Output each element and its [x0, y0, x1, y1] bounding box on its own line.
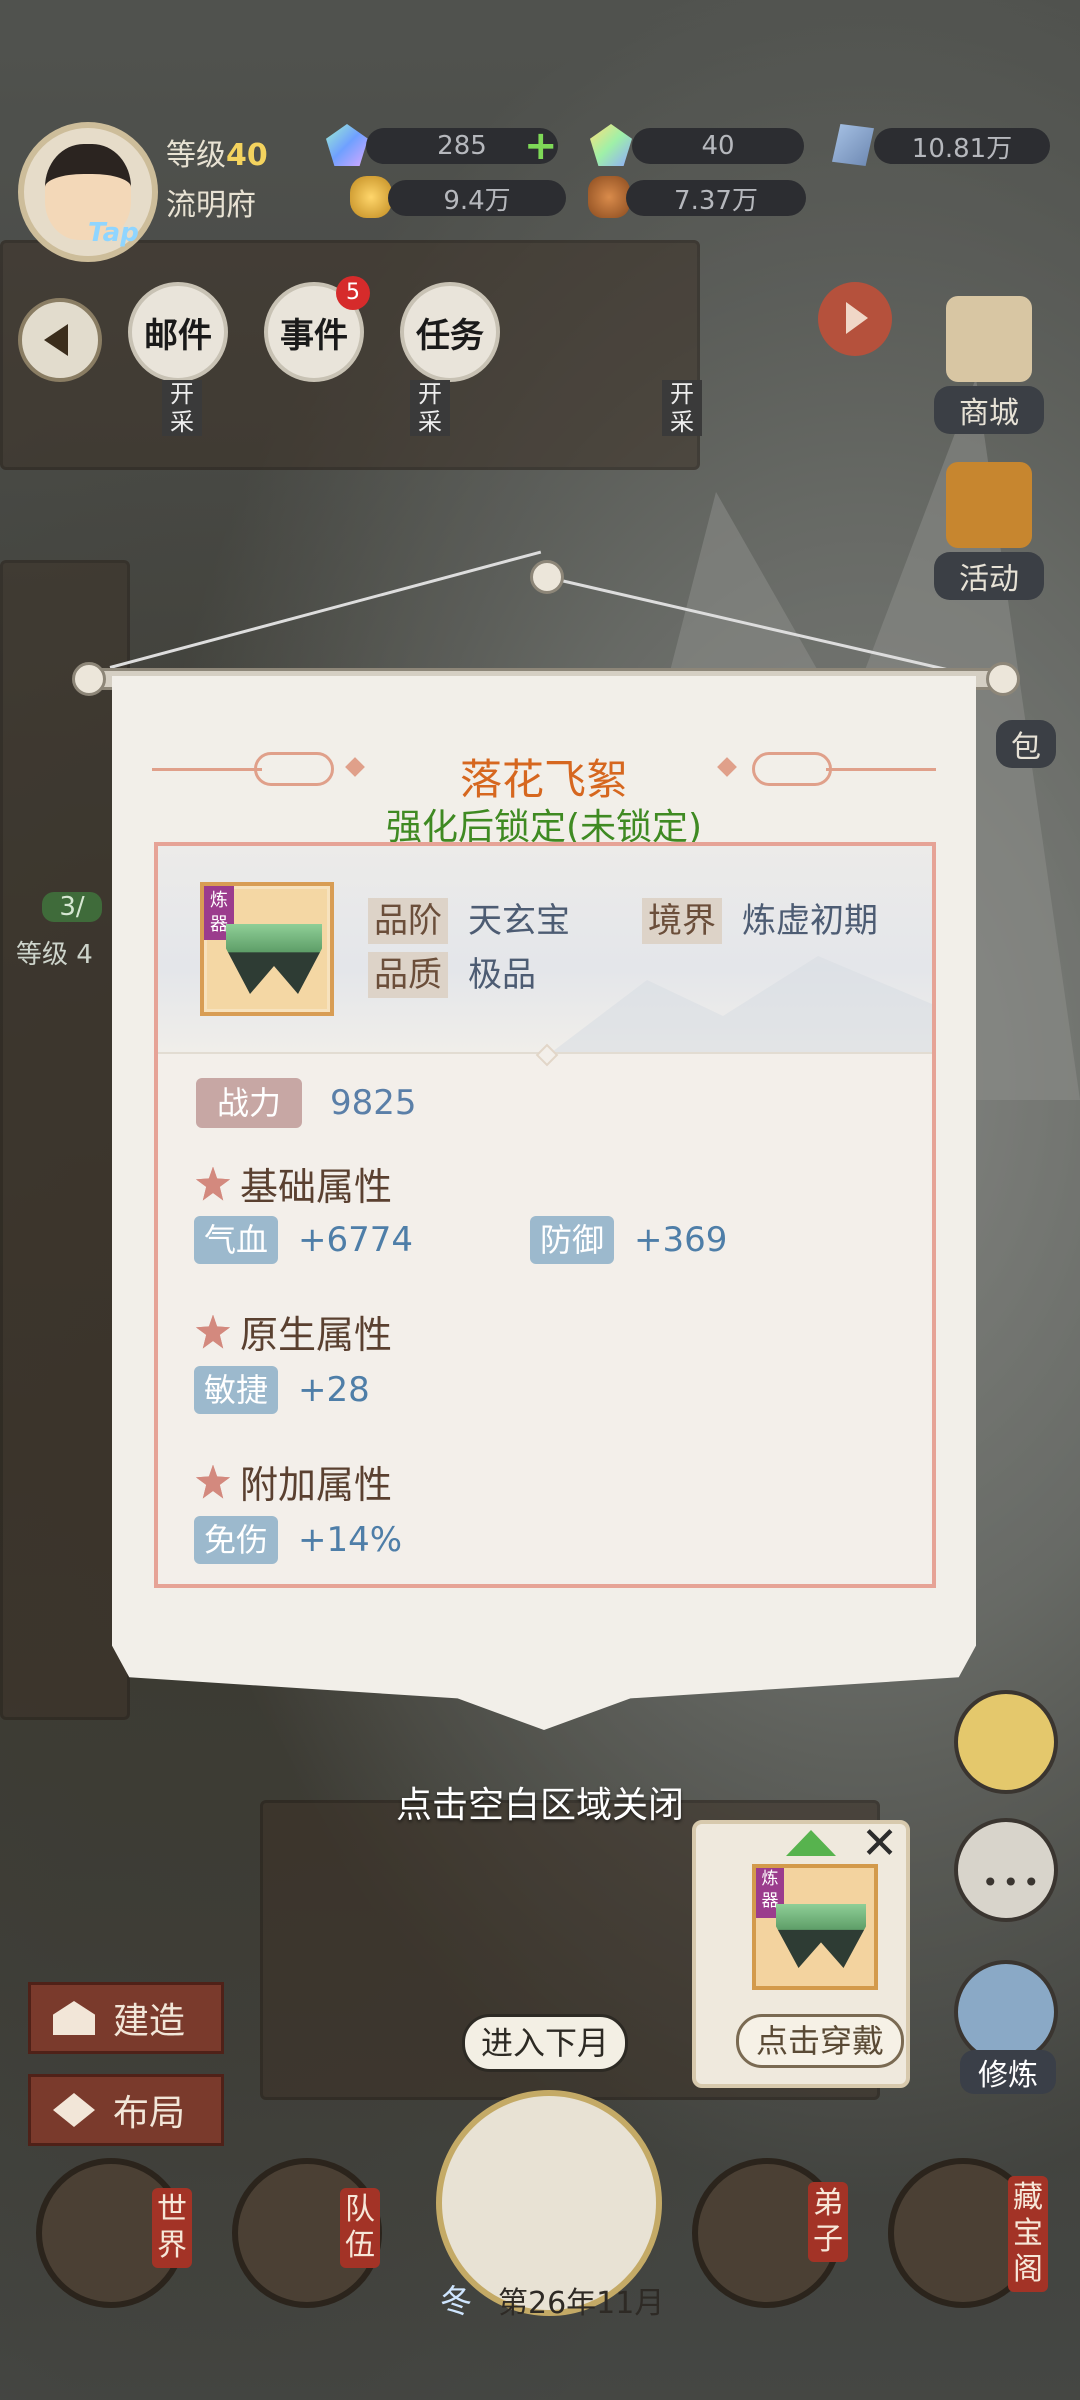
arrow-right-icon [846, 302, 868, 334]
hanging-nail [530, 560, 564, 594]
mail-button[interactable]: 邮件 [128, 282, 228, 382]
house-icon [53, 2001, 95, 2035]
item-header: 炼器 品阶 天玄宝 境界 炼虚初期 品质 极品 [158, 846, 932, 1054]
power-label: 战力 [196, 1078, 302, 1128]
attr-agility-value: +28 [298, 1370, 370, 1410]
resource-wood[interactable]: 7.37万 [626, 180, 806, 216]
attr-damage-reduction-label: 免伤 [194, 1516, 279, 1564]
wood-icon [588, 176, 630, 218]
scroll-left-button[interactable] [18, 298, 102, 382]
date-label: 第26年11月 [498, 2286, 665, 2321]
gold-ingot-icon [350, 176, 392, 218]
arrow-left-icon [44, 324, 68, 356]
next-month-button[interactable]: 进入下月 [462, 2014, 628, 2072]
treasure-pavilion-label: 藏宝阁 [1008, 2176, 1048, 2292]
item-thumbnail: 炼器 [200, 882, 334, 1016]
grade-label: 品阶 [368, 898, 448, 944]
equip-button[interactable]: 点击穿戴 [736, 2014, 904, 2068]
events-badge: 5 [336, 276, 370, 310]
realm-value: 炼虚初期 [742, 901, 878, 941]
shop-icon [946, 296, 1032, 382]
player-level: 等级40 [166, 138, 268, 173]
scroll-rod-end-right [986, 662, 1020, 696]
upgrade-arrow-icon [786, 1830, 836, 1856]
layout-button[interactable]: 布局 [28, 2074, 224, 2146]
resource-rainbow-gem[interactable]: 40 [632, 128, 804, 164]
scroll-right-button[interactable] [818, 282, 892, 356]
mining-label-1[interactable]: 开采 [162, 380, 202, 436]
add-resource-button[interactable]: + [524, 126, 558, 166]
flower-icon [196, 1315, 230, 1349]
house-name: 流明府 [166, 188, 256, 223]
realm-label: 境界 [642, 898, 722, 944]
quality-label: 品质 [368, 952, 448, 998]
grid-icon [53, 2093, 95, 2127]
left-level-label: 等级 4 [16, 940, 93, 970]
item-info-panel: 炼器 品阶 天玄宝 境界 炼虚初期 品质 极品 战力 9825 基础属性 气血 … [154, 842, 936, 1588]
equip-thumbnail: 炼器 [752, 1864, 878, 1990]
section-native-attributes: 原生属性 [196, 1304, 392, 1359]
power-value: 9825 [330, 1083, 417, 1123]
shop-button[interactable]: 商城 [934, 296, 1044, 434]
lantern-icon [946, 462, 1032, 548]
fortune-button[interactable] [954, 1690, 1058, 1794]
progress-label: 3/ [42, 892, 102, 922]
section-base-attributes: 基础属性 [196, 1156, 392, 1211]
attr-defense-label: 防御 [530, 1216, 615, 1264]
mountain-mist-decoration [552, 956, 932, 1052]
mining-label-2[interactable]: 开采 [410, 380, 450, 436]
close-hint[interactable]: 点击空白区域关闭 [0, 1776, 1080, 1828]
tasks-button[interactable]: 任务 [400, 282, 500, 382]
item-detail-modal: 落花飞絮 强化后锁定(未锁定) 炼器 品阶 天玄宝 境界 炼虚初期 品质 极品 … [112, 676, 976, 1730]
tap-label: Tap [88, 218, 139, 248]
attr-hp-value: +6774 [298, 1220, 414, 1260]
attr-agility-label: 敏捷 [194, 1366, 279, 1414]
flower-icon [196, 1465, 230, 1499]
grade-value: 天玄宝 [468, 901, 570, 941]
scroll-rod-end-left [72, 662, 106, 696]
season-label: 冬 [440, 2282, 473, 2320]
section-extra-attributes: 附加属性 [196, 1454, 392, 1509]
mining-label-3[interactable]: 开采 [662, 380, 702, 436]
chat-bubble-icon: ••• [982, 1866, 1044, 1899]
resource-gold[interactable]: 9.4万 [388, 180, 566, 216]
chat-button[interactable]: ••• [954, 1818, 1058, 1922]
resource-blue-crystal[interactable]: 10.81万 [874, 128, 1050, 164]
attr-damage-reduction-value: +14% [298, 1520, 403, 1560]
build-button[interactable]: 建造 [28, 1982, 224, 2054]
flower-icon [196, 1167, 230, 1201]
close-icon[interactable]: ✕ [861, 1818, 898, 1869]
team-label: 队伍 [340, 2188, 380, 2268]
bag-button[interactable]: 包 [996, 720, 1056, 768]
quick-equip-card: ✕ 炼器 点击穿戴 [692, 1818, 910, 2088]
attr-hp-label: 气血 [194, 1216, 279, 1264]
activity-button[interactable]: 活动 [934, 462, 1044, 600]
quality-value: 极品 [468, 955, 536, 995]
belt-icon [226, 924, 322, 994]
disciples-label: 弟子 [808, 2182, 848, 2262]
level-value: 40 [226, 138, 268, 173]
cultivate-label: 修炼 [960, 2050, 1056, 2094]
belt-icon [776, 1904, 866, 1968]
cultivate-button[interactable] [954, 1960, 1058, 2064]
attr-defense-value: +369 [634, 1220, 728, 1260]
world-label: 世界 [152, 2188, 192, 2268]
